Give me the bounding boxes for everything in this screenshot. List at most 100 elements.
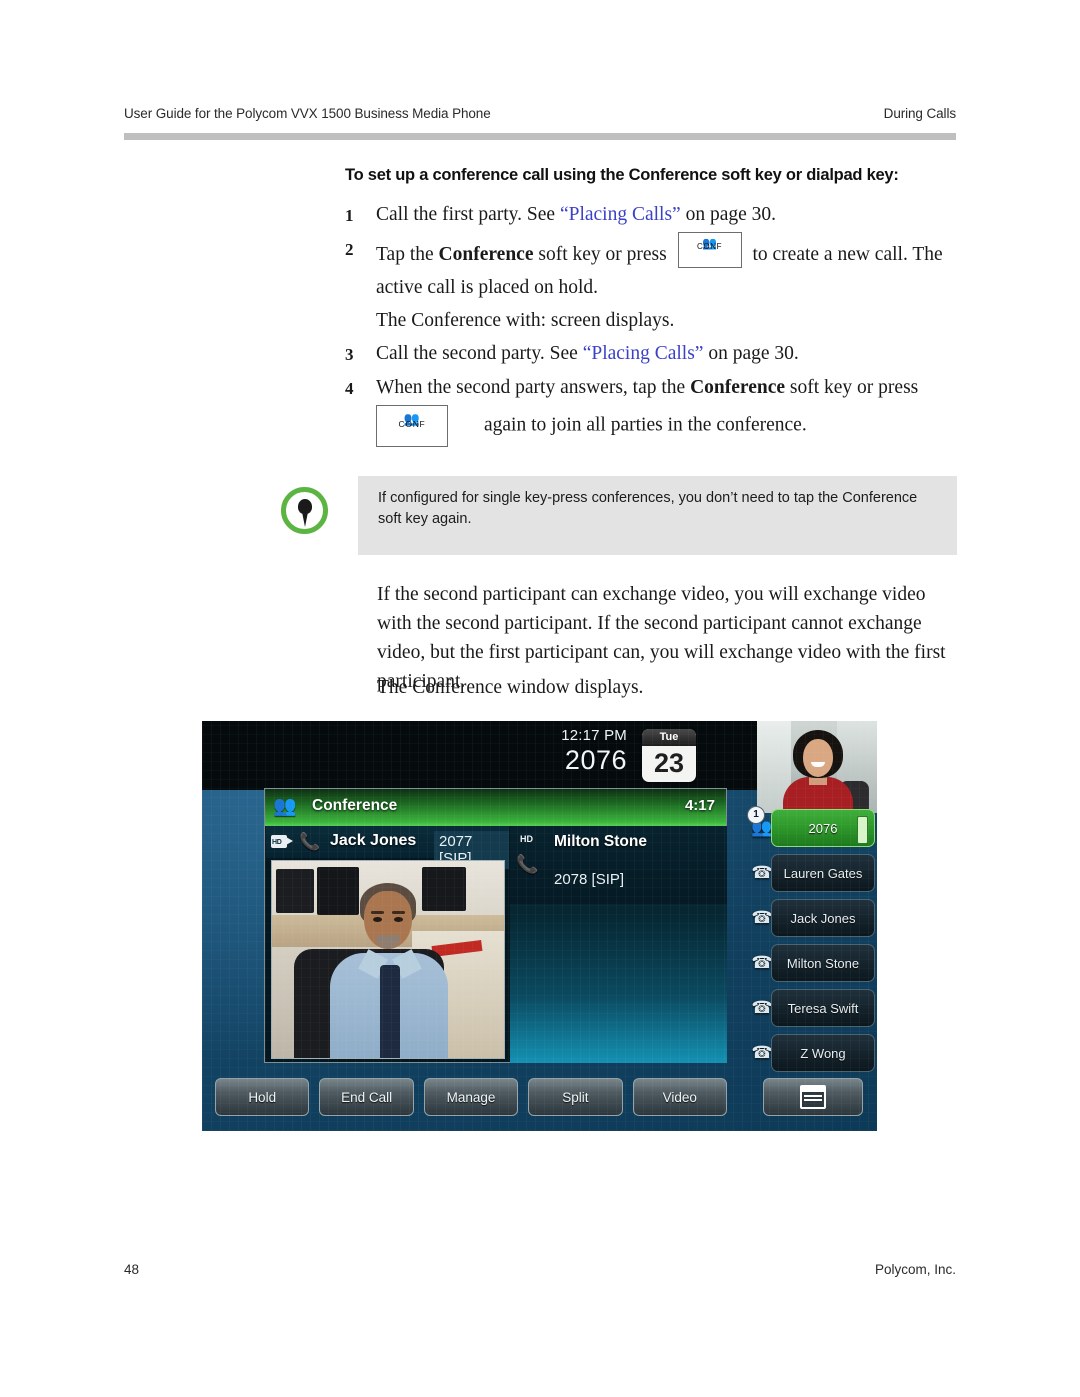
conference-title-bar: 👥 Conference 4:17 — [265, 789, 726, 826]
step-3-text-after: on page 30. — [703, 343, 799, 364]
step-1-cross-reference-link[interactable]: “Placing Calls” — [560, 204, 681, 225]
conference-window: 👥 Conference 4:17 HD 📞 Jack Jones 2077 [… — [264, 788, 727, 1063]
step-4-text-after: again to join all parties in the confere… — [484, 414, 807, 436]
step-1-text: Call the first party. See “Placing Calls… — [376, 198, 970, 231]
participant-1-eye-left — [373, 917, 382, 922]
participant-1-tie — [380, 965, 400, 1058]
soft-key-hold[interactable]: Hold — [215, 1078, 310, 1116]
phone-status-bar: 12:17 PM 2076 Tue 23 — [202, 721, 757, 790]
office-monitor-3 — [422, 867, 466, 911]
conference-dialpad-key-block: 👥 CONF — [376, 405, 448, 447]
line-key-2[interactable]: ☎ Jack Jones — [747, 899, 877, 937]
soft-key-end-call[interactable]: End Call — [319, 1078, 414, 1116]
office-monitor-2 — [317, 867, 359, 915]
step-2-text: Tap the Conference soft key or press 👥 CO… — [376, 232, 970, 304]
calendar-day: 23 — [653, 748, 685, 778]
step-3-cross-reference-link[interactable]: “Placing Calls” — [583, 343, 704, 364]
participant-pane-2[interactable]: HD 📞 Milton Stone 2078 [SIP] — [510, 826, 727, 1063]
procedure-steps: 1 Call the first party. See “Placing Cal… — [345, 198, 970, 447]
step-3-number: 3 — [345, 345, 354, 364]
line-key-5-button[interactable]: Z Wong — [771, 1034, 875, 1072]
participant-1-eye-right — [394, 917, 403, 922]
conference-call-duration: 4:17 — [684, 797, 715, 814]
soft-key-menu[interactable] — [762, 1078, 863, 1116]
participant-2-header: HD 📞 Milton Stone 2078 [SIP] — [510, 826, 727, 904]
step-3: 3 Call the second party. See “Placing Ca… — [345, 337, 970, 371]
step-4-text-mid: soft key or press — [785, 377, 919, 398]
conference-key-label: CONF — [697, 242, 723, 251]
hd-camera-lens — [286, 837, 293, 845]
calendar-widget[interactable]: Tue 23 — [642, 729, 696, 782]
menu-list-icon — [799, 1085, 826, 1109]
line-key-4-button[interactable]: Teresa Swift — [771, 989, 875, 1027]
line-key-3[interactable]: ☎ Milton Stone — [747, 944, 877, 982]
line-key-0-indicator — [857, 816, 868, 844]
step-4: 4 When the second party answers, tap the… — [345, 371, 970, 405]
participant-1-video-feed[interactable] — [271, 860, 505, 1059]
step-1-text-after: on page 30. — [680, 204, 777, 225]
line-key-0-badge: 1 — [747, 806, 765, 824]
hd-icon: HD — [518, 828, 540, 850]
soft-key-video[interactable]: Video — [632, 1078, 727, 1116]
participant-1-brow-left — [371, 911, 384, 914]
step-2-sub-line: The Conference with: screen displays. — [376, 310, 675, 331]
line-key-1-button[interactable]: Lauren Gates — [771, 854, 875, 892]
step-4-number: 4 — [345, 379, 354, 398]
phone-screen-figure: 12:17 PM 2076 Tue 23 👥 Conference 4:17 H… — [202, 721, 877, 1131]
line-key-2-label: Jack Jones — [790, 910, 856, 926]
participant-pane-1[interactable]: HD 📞 Jack Jones 2077 [SIP] — [266, 826, 509, 1063]
body-paragraph-window-displays: The Conference window displays. — [377, 677, 644, 698]
header-title-left: User Guide for the Polycom VVX 1500 Busi… — [124, 106, 491, 121]
conference-window-title: Conference — [312, 797, 398, 814]
line-key-column: 👥 1 2076 ☎ Lauren Gates ☎ Jack Jones ☎ M… — [747, 806, 877, 1079]
line-key-5[interactable]: ☎ Z Wong — [747, 1034, 877, 1072]
header-title-right: During Calls — [883, 106, 956, 121]
note-callout-box: If configured for single key-press confe… — [358, 476, 957, 555]
participant-1-header: HD 📞 Jack Jones 2077 [SIP] — [266, 826, 509, 869]
page-running-footer: 48 Polycom, Inc. — [124, 1262, 956, 1277]
step-1-number: 1 — [345, 206, 354, 225]
line-key-2-button[interactable]: Jack Jones — [771, 899, 875, 937]
line-key-0-label: 2076 — [808, 820, 838, 836]
page-title: To set up a conference call using the Co… — [345, 166, 899, 184]
step-2-bold-term: Conference — [438, 244, 534, 265]
line-key-1-label: Lauren Gates — [783, 865, 863, 881]
page-number: 48 — [124, 1262, 140, 1277]
hd-video-camera-icon: HD — [271, 831, 294, 851]
line-key-4[interactable]: ☎ Teresa Swift — [747, 989, 877, 1027]
step-2-number: 2 — [345, 240, 354, 259]
line-key-1[interactable]: ☎ Lauren Gates — [747, 854, 877, 892]
step-2-text-mid: soft key or press — [533, 244, 672, 265]
line-key-4-label: Teresa Swift — [787, 1000, 859, 1016]
step-4-text-before: When the second party answers, tap the — [376, 377, 691, 398]
office-monitor-1 — [276, 869, 314, 913]
pushpin-needle — [301, 512, 308, 527]
step-1-text-before: Call the first party. See — [376, 204, 560, 225]
status-extension: 2076 — [564, 745, 627, 775]
note-callout: If configured for single key-press confe… — [281, 476, 957, 555]
soft-key-bar: Hold End Call Manage Split Video — [215, 1077, 863, 1117]
calendar-weekday: Tue — [642, 729, 696, 746]
outgoing-call-icon: 📞 — [516, 854, 539, 874]
step-2-text-before: Tap the — [376, 244, 439, 265]
line-key-0[interactable]: 👥 1 2076 — [747, 806, 877, 847]
pushpin-note-icon — [281, 487, 328, 534]
soft-key-manage[interactable]: Manage — [423, 1078, 519, 1116]
soft-key-split[interactable]: Split — [528, 1078, 623, 1116]
self-view-video[interactable] — [757, 721, 877, 813]
line-key-0-button[interactable]: 2076 — [771, 809, 875, 847]
step-3-text: Call the second party. See “Placing Call… — [376, 337, 970, 370]
step-3-text-before: Call the second party. See — [376, 343, 583, 364]
footer-company: Polycom, Inc. — [874, 1262, 956, 1277]
step-4-bold-term: Conference — [690, 377, 786, 398]
conference-key-label: CONF — [398, 419, 426, 429]
step-4-continuation: 👥 CONF again to join all parties in the co… — [376, 405, 970, 447]
self-view-face — [803, 739, 833, 777]
line-key-5-label: Z Wong — [800, 1045, 846, 1061]
line-key-3-button[interactable]: Milton Stone — [771, 944, 875, 982]
step-4-text: When the second party answers, tap the C… — [376, 371, 970, 404]
participant-1-name: Jack Jones — [330, 832, 417, 849]
hd-camera-label: HD — [272, 839, 282, 846]
note-callout-text: If configured for single key-press confe… — [378, 490, 918, 527]
hd-label: HD — [520, 834, 533, 844]
